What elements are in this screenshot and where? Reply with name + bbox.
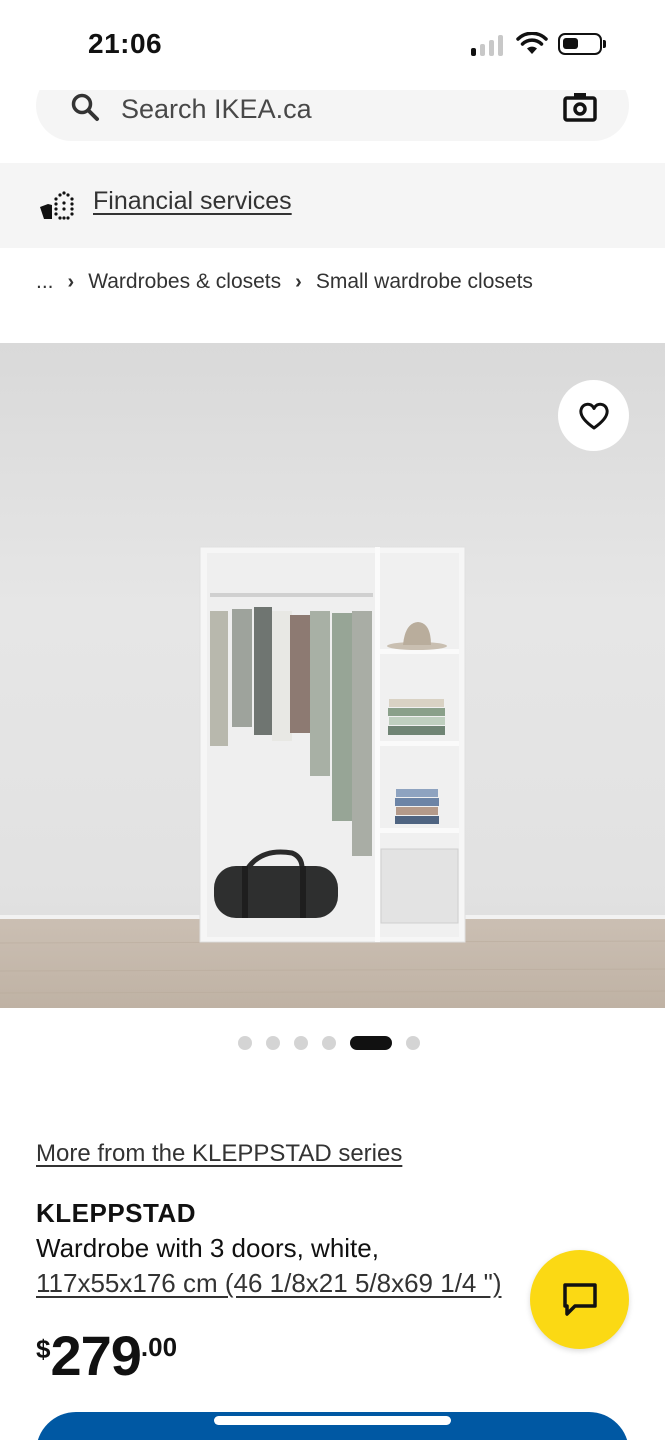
status-time: 21:06 [88, 28, 163, 59]
status-bar: 21:06 [0, 0, 665, 90]
financial-icon [40, 191, 74, 220]
product-name: KLEPPSTAD [36, 1198, 197, 1228]
chevron-right-icon: › [295, 270, 302, 293]
price-currency: $ [36, 1334, 51, 1364]
financial-services-banner[interactable]: Financial services [0, 163, 665, 248]
cellular-signal-icon [471, 34, 503, 56]
product-image-gallery[interactable] [0, 343, 665, 1008]
carousel-dot[interactable] [293, 1036, 308, 1050]
wifi-icon [516, 32, 548, 54]
breadcrumb: ... › Wardrobes & closets › Small wardro… [36, 270, 533, 294]
heart-icon [578, 402, 609, 429]
home-indicator [214, 1416, 451, 1425]
breadcrumb-ellipsis[interactable]: ... [36, 270, 54, 294]
product-price: $ 279 .00 [36, 1326, 177, 1386]
carousel-indicator [0, 1036, 665, 1050]
carousel-dot[interactable] [321, 1036, 336, 1050]
search-area: Search IKEA.ca [0, 90, 665, 162]
price-decimal: .00 [140, 1332, 178, 1362]
chat-icon [562, 1282, 597, 1316]
camera-icon[interactable] [563, 92, 597, 122]
chat-button[interactable] [530, 1250, 629, 1349]
search-placeholder: Search IKEA.ca [121, 94, 312, 124]
carousel-dot[interactable] [405, 1036, 420, 1050]
carousel-dot[interactable] [237, 1036, 252, 1050]
financial-services-link[interactable]: Financial services [93, 187, 292, 216]
search-input[interactable]: Search IKEA.ca [36, 90, 629, 141]
product-description: Wardrobe with 3 doors, white, [36, 1233, 379, 1263]
chevron-right-icon: › [67, 270, 75, 293]
favorite-button[interactable] [558, 380, 629, 451]
breadcrumb-item-wardrobes[interactable]: Wardrobes & closets [88, 270, 281, 294]
breadcrumb-item-small-wardrobes[interactable]: Small wardrobe closets [316, 270, 533, 294]
carousel-dot-active[interactable] [349, 1036, 392, 1050]
carousel-dot[interactable] [265, 1036, 280, 1050]
price-integer: 279 [50, 1324, 141, 1387]
product-image [0, 546, 665, 1008]
series-link[interactable]: More from the KLEPPSTAD series [36, 1140, 402, 1168]
battery-icon [558, 33, 606, 55]
search-icon [71, 93, 99, 121]
product-size-link[interactable]: 117x55x176 cm (46 1/8x21 5/8x69 1/4 ") [36, 1268, 502, 1299]
